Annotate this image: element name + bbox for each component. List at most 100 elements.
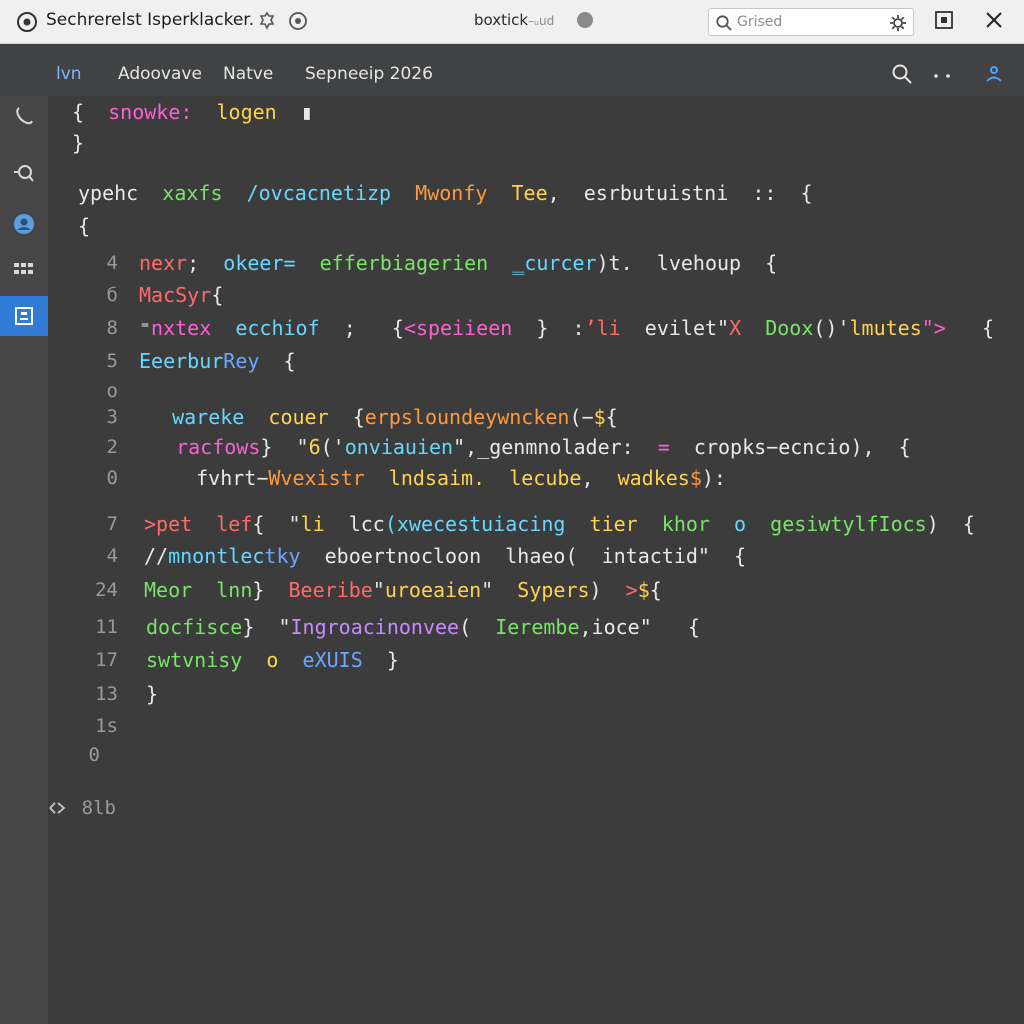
window-title: Sechrerelst Isperklacker.	[46, 10, 255, 30]
code-token: o	[734, 512, 771, 536]
line-number: 4	[106, 545, 118, 567]
code-line[interactable]: { snowke: logen ▮	[0, 97, 1024, 127]
tab-natve[interactable]: Natve	[223, 64, 273, 84]
code-token: >	[625, 578, 638, 602]
code-token: nxtex	[151, 316, 236, 340]
code-text: Meor lnn} Beeribe"uroeaien" Sypers) >${	[144, 575, 662, 605]
toolbar-search-icon[interactable]	[890, 62, 914, 86]
code-text: fvhrt−Wvexistr lndsaim. lecube, wadkes$)…	[160, 463, 726, 493]
code-token: }	[252, 578, 289, 602]
code-token: xaxfs	[162, 181, 247, 205]
code-line[interactable]: 4 //mnontlectky eboertnocloon lhaeo( inta…	[0, 541, 1024, 571]
code-token: ypehc	[78, 181, 163, 205]
code-token: tky	[264, 544, 325, 568]
code-token: , esrbutuistni :: {	[547, 181, 813, 205]
line-number: 24	[95, 579, 118, 601]
code-token: /ovcacnetizp	[246, 181, 416, 205]
status-dot-icon	[577, 12, 593, 28]
code-text: MacSyr{	[139, 280, 223, 310]
code-text: docfisce} "Ingroacinonvee( Ierembe,ioce"…	[146, 612, 700, 642]
code-token: ;	[187, 251, 224, 275]
code-line[interactable]: }	[0, 128, 1024, 158]
code-line[interactable]: 7 >pet lef{ "li lcc(xwecestuiacing tier k…	[0, 509, 1024, 539]
code-line[interactable]: 0 fvhrt−Wvexistr lndsaim. lecube, wadkes…	[0, 463, 1024, 493]
line-number: 0	[88, 744, 100, 766]
more-options-icon[interactable]	[930, 62, 954, 86]
code-token: >pet lef	[144, 512, 253, 536]
code-token: } "	[260, 435, 309, 459]
code-token: couer	[268, 405, 329, 429]
tab-adoovave[interactable]: Adoovave	[118, 64, 202, 84]
code-line[interactable]: 5 EeerburRey {	[0, 346, 1024, 376]
code-token: logen	[216, 100, 301, 124]
code-token: nexr	[139, 251, 188, 275]
code-line[interactable]: 4 nexr; okeer= efferbiagerien ‗curcer)t. …	[0, 248, 1024, 278]
code-line[interactable]: 8lb	[0, 793, 1024, 823]
gear-icon[interactable]	[888, 13, 908, 33]
code-token: lndsaim.	[388, 466, 486, 490]
code-token: =	[657, 435, 670, 459]
code-token: //	[144, 544, 169, 568]
line-number: 4	[106, 252, 118, 274]
code-token: {	[72, 100, 109, 124]
code-line[interactable]: {	[0, 211, 1024, 241]
code-line[interactable]: ypehc xaxfs /ovcacnetizp Mwonfy Tee, esr…	[0, 178, 1024, 208]
code-token: docfisce	[146, 615, 243, 639]
code-token: }	[362, 648, 399, 672]
code-token: $	[689, 466, 702, 490]
document-name: boxtick–ᵤud	[474, 11, 554, 29]
code-token: onviauien	[344, 435, 454, 459]
code-line[interactable]: б MacSyr{	[0, 280, 1024, 310]
code-line[interactable]: 3 wareke couer {erpsloundeywncken(−${	[0, 402, 1024, 432]
code-token: Meor lnn	[144, 578, 253, 602]
code-token: }	[146, 682, 159, 706]
code-token: ,	[581, 466, 618, 490]
close-icon[interactable]	[982, 8, 1006, 32]
maximize-icon[interactable]	[933, 9, 955, 31]
code-text: {	[78, 211, 90, 241]
code-token: ⁼	[139, 316, 152, 340]
tab-date[interactable]: Sepneeip 2026	[305, 64, 433, 84]
code-token: Wvexistr	[268, 466, 389, 490]
search-box[interactable]	[708, 8, 914, 36]
help-icon[interactable]	[287, 10, 309, 32]
code-token: {	[78, 214, 91, 238]
code-line[interactable]: 0	[0, 740, 1024, 770]
document-name-main: boxtick	[474, 11, 529, 29]
code-line[interactable]: 24 Meor lnn} Beeribe"uroeaien" Sypers) >$…	[0, 575, 1024, 605]
code-token: { "	[252, 512, 301, 536]
code-line[interactable]: 8 ⁼nxtex ecchiof ; {<speiieen } :ʼli evil…	[0, 313, 1024, 343]
code-token: racfows	[176, 435, 261, 459]
code-text: }	[146, 679, 158, 709]
code-text: ypehc xaxfs /ovcacnetizp Mwonfy Tee, esr…	[78, 178, 813, 208]
tab-lvn[interactable]: lvn	[56, 64, 82, 84]
code-token: $	[593, 405, 606, 429]
account-sync-icon[interactable]	[982, 62, 1006, 86]
code-token: lecube	[509, 466, 582, 490]
code-text: ⁼nxtex ecchiof ; {<speiieen } :ʼli evile…	[139, 313, 994, 343]
code-line[interactable]: 11 docfisce} "Ingroacinonvee( Ierembe,ioc…	[0, 612, 1024, 642]
code-token: erpsloundeywncken	[364, 405, 570, 429]
code-text: wareke couer {erpsloundeywncken(−${	[148, 402, 618, 432]
search-input[interactable]	[737, 12, 887, 32]
code-line[interactable]: 17 swtvnisy o eXUIS }	[0, 645, 1024, 675]
code-token: ()'	[813, 316, 850, 340]
code-line[interactable]: 1s	[0, 711, 1024, 741]
code-line[interactable]: 2 racfows} "6('onviauien",_genmnolader: …	[0, 432, 1024, 462]
expand-arrow-icon[interactable]	[46, 798, 68, 818]
code-token: fvhrt−	[160, 466, 269, 490]
line-number: 2	[106, 436, 118, 458]
code-token: )	[589, 578, 626, 602]
line-number: 0	[106, 467, 118, 489]
code-token: ʼli	[584, 316, 645, 340]
code-token: {	[649, 578, 662, 602]
code-token: ,ioce" {	[579, 615, 700, 639]
code-line[interactable]: 13}	[0, 679, 1024, 709]
code-token: ‗curcer	[512, 251, 597, 275]
settings-icon[interactable]	[256, 10, 278, 32]
code-token: uroeaien	[384, 578, 482, 602]
code-token: ecchiof	[235, 316, 320, 340]
code-token: }	[72, 131, 85, 155]
